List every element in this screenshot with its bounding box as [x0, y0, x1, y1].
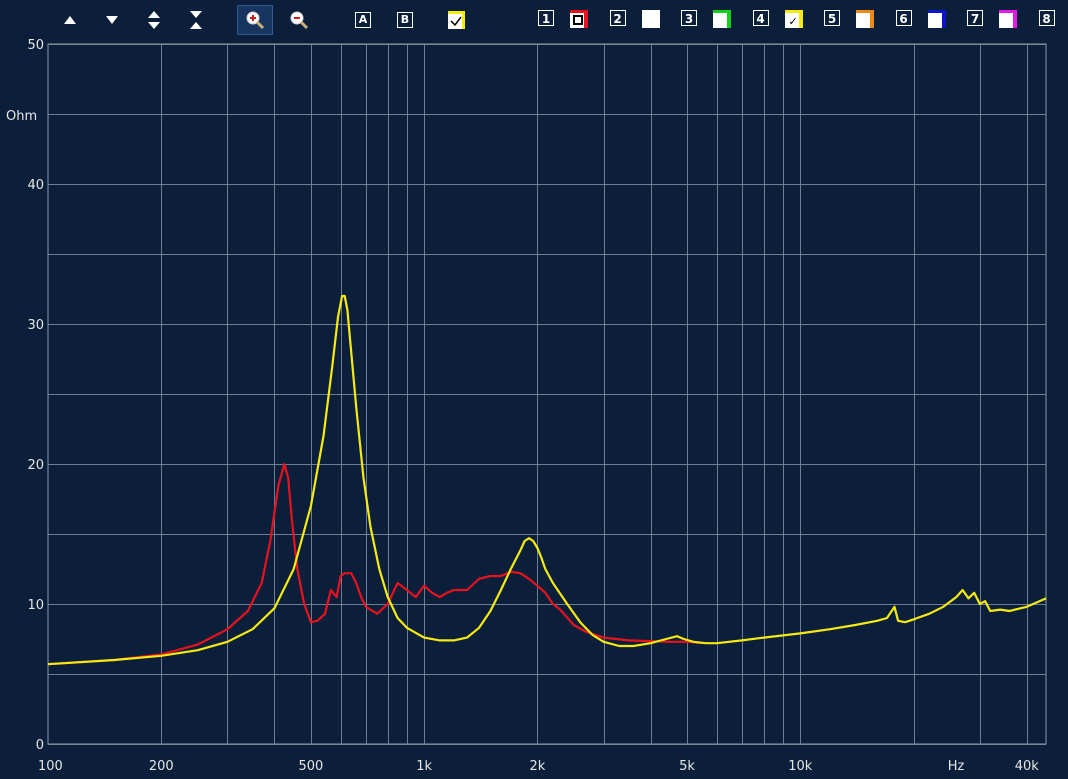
- x-tick-label: 10k: [788, 759, 813, 774]
- y-tick-label: 0: [36, 738, 44, 753]
- y-tick-label: 20: [27, 458, 44, 473]
- x-tick-label: 500: [299, 759, 324, 774]
- y-tick-label: 40: [27, 178, 44, 193]
- y-tick-label: 10: [27, 598, 44, 613]
- impedance-chart: 0 10 20 30 40 50 100 200 500 1k 2k 5k 10k 40k Ohm Hz: [6, 38, 1047, 774]
- x-axis-unit-label: Hz: [948, 759, 965, 774]
- x-tick-label: 1k: [416, 759, 432, 774]
- y-tick-label: 30: [27, 318, 44, 333]
- x-tick-label: 2k: [529, 759, 545, 774]
- y-tick-label: 50: [27, 38, 44, 53]
- y-axis-label: Ohm: [6, 109, 37, 124]
- chart-grid: [47, 43, 1047, 745]
- series-line-2: [47, 294, 1047, 666]
- x-tick-label: 100: [38, 759, 63, 774]
- chart-series: [47, 294, 1047, 666]
- x-axis: 100 200 500 1k 2k 5k 10k 40k: [38, 759, 1039, 774]
- x-tick-label: 200: [149, 759, 174, 774]
- y-axis: 0 10 20 30 40 50: [27, 38, 44, 753]
- x-tick-label: 40k: [1015, 759, 1040, 774]
- x-tick-label: 5k: [679, 759, 695, 774]
